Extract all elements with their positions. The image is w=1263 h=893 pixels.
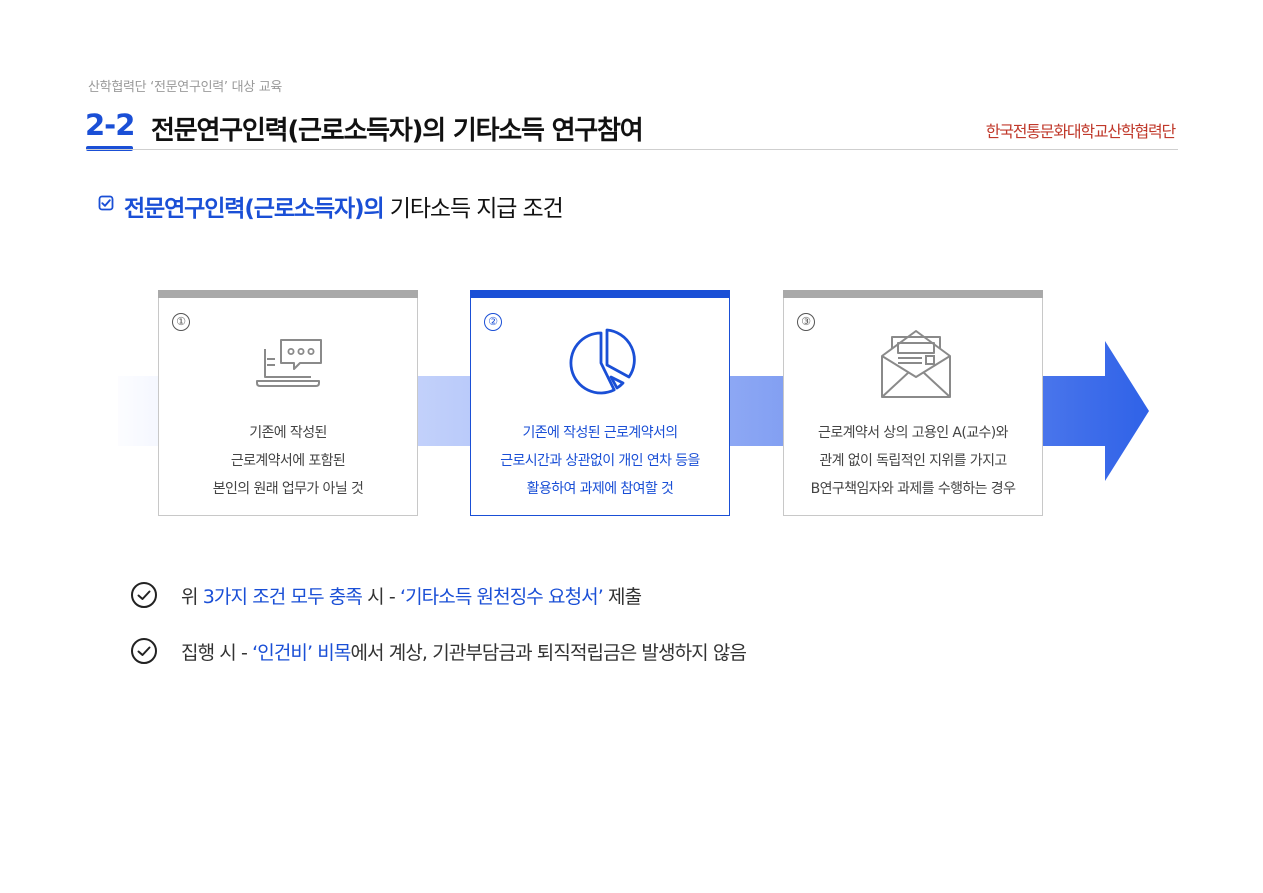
card-top-bar xyxy=(470,290,730,298)
note-part-highlight: ‘인건비’ 비목 xyxy=(252,642,351,664)
card-top-bar xyxy=(158,290,418,298)
conditions-heading: 전문연구인력(근로소득자)의 기타소득 지급 조건 xyxy=(124,189,564,223)
header-divider xyxy=(86,149,1178,150)
card-number: ② xyxy=(484,313,502,331)
note-part: 시 - xyxy=(361,586,400,608)
note-part: 위 xyxy=(181,586,203,608)
pie-chart-icon xyxy=(569,328,636,395)
card-text-line: 관계 없이 독립적인 지위를 가지고 xyxy=(819,453,1007,469)
card-text-line: B연구책임자와 과제를 수행하는 경우 xyxy=(810,481,1016,497)
page-title: 전문연구인력(근로소득자)의 기타소득 연구참여 xyxy=(151,116,644,146)
section-number: 2-2 xyxy=(85,108,135,142)
condition-card-2: ② 기존에 작성된 근로계약서의 근로시간과 상관없이 개인 연차 등을 활용하… xyxy=(470,290,730,516)
checkbox-icon xyxy=(98,195,114,211)
heading-rest: 기타소득 지급 조건 xyxy=(383,196,564,222)
card-text-line: 기존에 작성된 xyxy=(249,425,327,441)
card-number: ③ xyxy=(797,313,815,331)
condition-card-1: ① 기존에 작성된 근로계약서에 포함된 본인의 원래 업무가 아닐 것 xyxy=(158,290,418,516)
card-text-line: 활용하여 과제에 참여할 것 xyxy=(526,481,674,497)
note-text: 위 3가지 조건 모두 충족 시 - ‘기타소득 원천징수 요청서’ 제출 xyxy=(181,582,642,609)
envelope-document-icon xyxy=(881,330,951,398)
card-text: 기존에 작성된 근로계약서의 근로시간과 상관없이 개인 연차 등을 활용하여 … xyxy=(471,419,729,503)
card-text-line: 근로계약서에 포함된 xyxy=(230,453,346,469)
check-circle-icon xyxy=(131,582,157,608)
note-part: 집행 시 - xyxy=(181,642,253,664)
heading-highlight: 전문연구인력(근로소득자)의 xyxy=(124,196,385,222)
laptop-chat-icon xyxy=(256,339,322,387)
note-part-highlight: ‘기타소득 원천징수 요청서’ xyxy=(399,586,604,608)
header-subtitle: 산학협력단 ‘전문연구인력’ 대상 교육 xyxy=(88,80,283,95)
condition-card-3: ③ 근로계약서 상의 고용인 A(교수)와 관계 없이 독립적인 지위를 가지고… xyxy=(783,290,1043,516)
card-text-line: 근로계약서 상의 고용인 A(교수)와 xyxy=(818,425,1009,441)
institution-logo: 한국전통문화대학교산학협력단 xyxy=(985,122,1176,141)
card-number: ① xyxy=(172,313,190,331)
card-text-line: 본인의 원래 업무가 아닐 것 xyxy=(212,481,364,497)
card-text: 기존에 작성된 근로계약서에 포함된 본인의 원래 업무가 아닐 것 xyxy=(159,419,417,503)
card-text: 근로계약서 상의 고용인 A(교수)와 관계 없이 독립적인 지위를 가지고 B… xyxy=(784,419,1042,503)
note-text: 집행 시 - ‘인건비’ 비목에서 계상, 기관부담금과 퇴직적립금은 발생하지… xyxy=(181,638,747,665)
card-text-line: 기존에 작성된 근로계약서의 xyxy=(522,425,678,441)
note-part: 에서 계상, 기관부담금과 퇴직적립금은 발생하지 않음 xyxy=(350,642,747,664)
note-part: 제출 xyxy=(602,586,642,608)
check-circle-icon xyxy=(131,638,157,664)
note-part-highlight: 3가지 조건 모두 충족 xyxy=(202,586,363,608)
card-text-line: 근로시간과 상관없이 개인 연차 등을 xyxy=(500,453,700,469)
card-top-bar xyxy=(783,290,1043,298)
